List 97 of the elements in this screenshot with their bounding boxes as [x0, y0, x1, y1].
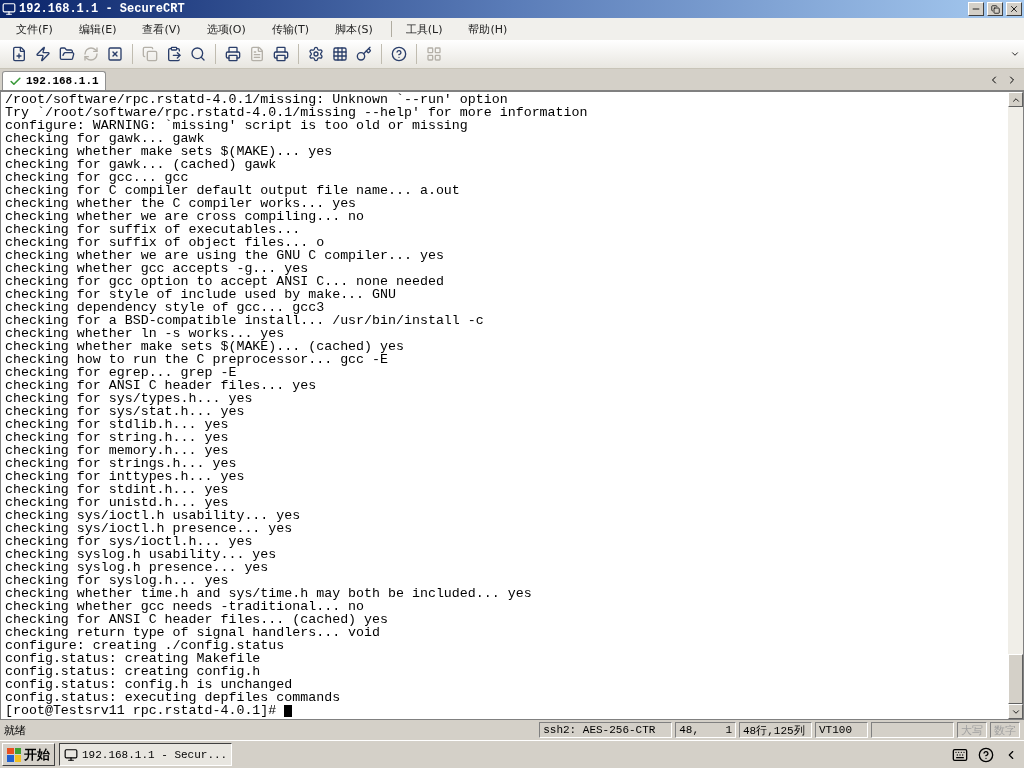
scroll-up-icon[interactable] — [1008, 92, 1023, 107]
terminal-line: checking whether we are using the GNU C compiler... yes — [5, 249, 445, 262]
menu-item[interactable]: 编辑(E) — [70, 19, 125, 39]
terminal-line: configure: creating ./config.status — [5, 639, 286, 652]
terminal-line: checking whether gcc accepts -g... yes — [5, 262, 310, 275]
taskbar-button[interactable]: 192.168.1.1 - Secur... — [59, 743, 233, 766]
terminal-line: checking sys/ioctl.h usability... yes — [5, 509, 302, 522]
cursor — [284, 704, 293, 717]
terminal-line: checking how to run the C preprocessor... gcc -E — [5, 353, 388, 366]
session-tab[interactable]: 192.168.1.1 — [2, 71, 106, 90]
folder-icon — [59, 46, 75, 62]
menu-item[interactable]: 工具(L) — [397, 19, 451, 39]
status-message: 就绪 — [4, 722, 27, 738]
status-field: 48, 1 — [675, 722, 736, 738]
terminal-line: checking whether the C compiler works... yes — [5, 197, 358, 210]
terminal-line: /root/software/rpc.rstatd-4.0.1/missing: Unknown `--run' option — [5, 93, 509, 106]
terminal-line: checking for stdlib.h... yes — [5, 418, 229, 431]
terminal-line: checking whether time.h and sys/time.h may both be included... yes — [5, 587, 533, 600]
terminal-line: checking whether make sets $(MAKE)... yes — [5, 145, 334, 158]
terminal-line: checking for suffix of object files... o — [5, 236, 326, 249]
terminal-line: checking whether make sets $(MAKE)... (cached) yes — [5, 340, 405, 353]
printer-icon — [273, 46, 289, 62]
terminal-line: checking for inttypes.h... yes — [5, 470, 246, 483]
settings-icon — [308, 46, 324, 62]
status-field: ssh2: AES-256-CTR — [539, 722, 673, 738]
scroll-thumb[interactable] — [1008, 654, 1023, 704]
lightning-icon — [35, 46, 51, 62]
terminal-line: checking for suffix of executables... — [5, 223, 301, 236]
terminal-line: checking for egrep... grep -E — [5, 366, 237, 379]
terminal-line: config.status: creating Makefile — [5, 652, 261, 665]
terminal-line: checking for strings.h... yes — [5, 457, 238, 470]
restore-button[interactable] — [987, 2, 1003, 16]
terminal-line: checking for ANSI C header files... (cached) yes — [5, 613, 389, 626]
terminal-line: config.status: creating config.h — [5, 665, 261, 678]
document-icon — [249, 46, 265, 62]
scrollbar[interactable] — [1008, 92, 1023, 719]
terminal-line: checking for unistd.h... yes — [5, 496, 229, 509]
window-title: 192.168.1.1 - SecureCRT — [19, 2, 186, 16]
terminal-line: checking for C compiler default output file name... a.out — [5, 184, 461, 197]
terminal-line: checking for stdint.h... yes — [5, 483, 229, 496]
search-icon — [190, 46, 206, 62]
terminal-line: checking for memory.h... yes — [5, 444, 230, 457]
terminal-line: checking for a BSD-compatible install... /usr/bin/install -c — [5, 314, 485, 327]
menu-item[interactable]: 查看(V) — [134, 19, 189, 39]
printer-icon — [225, 46, 241, 62]
start-button[interactable]: 开始 — [2, 743, 55, 766]
restore-icon — [990, 4, 1000, 14]
terminal-line: checking for syslog.h... yes — [5, 574, 229, 587]
terminal-line: checking for sys/stat.h... yes — [5, 405, 245, 418]
terminal-line: checking return type of signal handlers... void — [5, 626, 381, 639]
status-field: 48行,125列 — [739, 722, 812, 738]
close-icon — [1009, 4, 1019, 14]
terminal-line: checking for string.h... yes — [5, 431, 230, 444]
key-icon — [356, 46, 372, 62]
terminal-line: configure: WARNING: `missing' script is too old or missing — [5, 119, 469, 132]
close-icon — [107, 46, 123, 62]
terminal-line: checking for gawk... (cached) gawk — [5, 158, 277, 171]
terminal-line: config.status: config.h is unchanged — [5, 678, 294, 691]
clipboard-icon — [166, 46, 182, 62]
keyboard-icon[interactable] — [952, 746, 968, 763]
terminal-line: checking for gcc... gcc — [5, 171, 189, 184]
terminal-line: checking for style of include used by make... GNU — [5, 288, 397, 301]
menu-item[interactable]: 选项(O) — [198, 19, 254, 39]
terminal-line: checking for sys/types.h... yes — [5, 392, 254, 405]
terminal-line: checking for ANSI C header files... yes — [5, 379, 318, 392]
menu-item[interactable]: 传输(T) — [263, 19, 318, 39]
help-icon[interactable] — [978, 746, 994, 763]
terminal-line: checking for gawk... gawk — [5, 132, 205, 145]
grid-icon — [332, 46, 348, 62]
terminal-line: checking for gcc option to accept ANSI C... none needed — [5, 275, 445, 288]
file-plus-icon — [11, 46, 27, 62]
check-icon — [9, 74, 22, 88]
terminal-line: checking whether we are cross compiling... no — [5, 210, 366, 223]
scroll-down-icon[interactable] — [1008, 704, 1023, 719]
terminal-line: checking dependency style of gcc... gcc3 — [5, 301, 326, 314]
terminal-line: config.status: executing depfiles commands — [5, 691, 342, 704]
status-field: VT100 — [815, 722, 868, 738]
terminal-line: checking syslog.h presence... yes — [5, 561, 269, 574]
menu-item[interactable]: 脚本(S) — [327, 19, 381, 39]
terminal-line: checking whether ln -s works... yes — [5, 327, 285, 340]
shell-prompt: [root@Testsrv11 rpc.rstatd-4.0.1]# — [5, 704, 278, 717]
help-icon — [391, 46, 407, 62]
menu-item[interactable]: 文件(F) — [8, 19, 61, 39]
grid-icon — [426, 46, 442, 62]
terminal-line: checking whether gcc needs -traditional... no — [5, 600, 366, 613]
terminal-line: checking for sys/ioctl.h... yes — [5, 535, 253, 548]
app-icon — [64, 747, 78, 762]
terminal-line: checking syslog.h usability... yes — [5, 548, 278, 561]
close-button[interactable] — [1006, 2, 1022, 16]
copy-icon — [142, 46, 158, 62]
menu-item[interactable]: 帮助(H) — [460, 19, 516, 39]
terminal-line: Try `/root/software/rpc.rstatd-4.0.1/missing --help' for more information — [5, 106, 589, 119]
minimize-button[interactable] — [968, 2, 984, 16]
refresh-icon — [83, 46, 99, 62]
app-icon — [2, 2, 16, 16]
terminal-line: checking sys/ioctl.h presence... yes — [5, 522, 293, 535]
windows-logo-icon — [7, 747, 21, 762]
